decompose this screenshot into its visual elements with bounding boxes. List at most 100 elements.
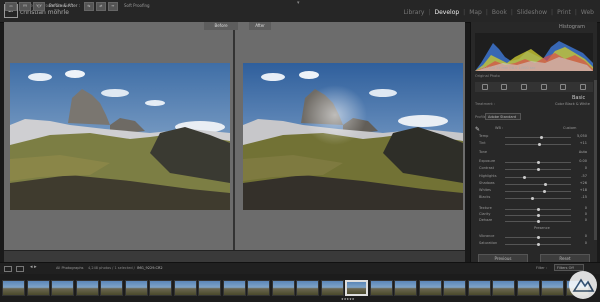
collapse-top-icon[interactable]: ▾ <box>297 0 300 6</box>
thumbnail[interactable] <box>247 280 270 296</box>
swap-icon[interactable]: ↔ <box>108 2 118 11</box>
slider-value[interactable]: -57 <box>575 174 587 178</box>
slider-track[interactable] <box>505 184 571 185</box>
thumbnail[interactable] <box>516 280 540 296</box>
slider-knob[interactable] <box>536 243 540 246</box>
before-after-mode-button[interactable]: YY <box>19 2 31 11</box>
slider-knob[interactable] <box>536 220 540 223</box>
radial-filter-icon[interactable] <box>560 84 567 90</box>
after-photo[interactable] <box>243 63 463 210</box>
spot-removal-icon[interactable] <box>501 84 508 90</box>
slider-label: Tone <box>479 150 488 154</box>
slider-knob[interactable] <box>531 197 535 200</box>
view-divider[interactable] <box>233 30 235 250</box>
slider-value[interactable]: Auto <box>575 150 587 154</box>
thumbnail[interactable] <box>75 280 99 296</box>
thumbnail[interactable] <box>369 280 393 296</box>
slider-knob[interactable] <box>537 143 541 146</box>
slider-value[interactable]: 5,050 <box>575 134 587 138</box>
slider-value[interactable]: 0.00 <box>575 159 587 163</box>
slider-knob[interactable] <box>523 176 527 179</box>
thumbnail[interactable] <box>51 280 74 296</box>
thumbnail[interactable] <box>149 280 172 296</box>
thumbnail[interactable] <box>124 280 148 296</box>
nav-arrows-icon[interactable]: ◂ ▸ <box>30 264 37 270</box>
thumbnail[interactable] <box>492 280 515 296</box>
slider-track[interactable] <box>505 137 571 138</box>
thumbnail[interactable] <box>320 280 344 296</box>
slider-knob[interactable] <box>544 183 548 186</box>
graduated-filter-icon[interactable] <box>540 84 547 90</box>
thumbnail[interactable] <box>222 280 246 296</box>
module-slideshow[interactable]: Slideshow <box>517 9 547 16</box>
red-eye-icon[interactable] <box>521 84 528 90</box>
slider-track[interactable] <box>505 177 571 178</box>
histogram-info: ISO 100 35 mm f/8.0 1/500 sec <box>481 66 536 70</box>
thumbnail[interactable] <box>443 280 466 296</box>
second-window-icon[interactable] <box>16 266 24 272</box>
after-label: After <box>249 22 271 30</box>
wb-dropdown[interactable]: Custom <box>563 126 576 130</box>
slider-value[interactable]: 0 <box>575 234 587 238</box>
slider-value[interactable]: -15 <box>575 195 587 199</box>
source-breadcrumb[interactable]: All Photographs <box>56 266 84 270</box>
thumbnail[interactable] <box>198 280 221 296</box>
copy-after-icon[interactable]: ⇄ <box>96 2 106 11</box>
thumbnail[interactable] <box>467 280 491 296</box>
selected-filename: IMG_9229.CR2 <box>137 266 163 270</box>
thumbnail[interactable] <box>100 280 123 296</box>
slider-value[interactable]: 0 <box>575 212 587 216</box>
slider-knob[interactable] <box>536 168 540 171</box>
slider-knob[interactable] <box>539 136 543 139</box>
brush-icon[interactable] <box>580 84 587 90</box>
slider-track[interactable] <box>505 191 571 192</box>
slider-label: Exposure <box>479 159 496 163</box>
split-view-button[interactable]: Y|Y <box>33 2 45 11</box>
module-book[interactable]: Book <box>492 9 507 16</box>
eyedropper-icon[interactable]: ✎ <box>475 126 480 133</box>
slider-value[interactable]: 0 <box>575 166 587 170</box>
thumbnail[interactable] <box>271 280 295 296</box>
thumbnail[interactable] <box>26 280 50 296</box>
slider-value[interactable]: +18 <box>575 188 587 192</box>
module-map[interactable]: Map <box>469 9 482 16</box>
slider-knob[interactable] <box>543 190 547 193</box>
thumbnail[interactable] <box>541 280 564 296</box>
before-photo[interactable] <box>10 63 230 210</box>
module-library[interactable]: Library <box>403 9 424 16</box>
slider-track[interactable] <box>505 198 571 199</box>
basic-section-title[interactable]: Basic <box>572 95 585 101</box>
slider-knob[interactable] <box>536 161 540 164</box>
slider-value[interactable]: 0 <box>575 206 587 210</box>
panel-scrollbar[interactable] <box>594 80 597 240</box>
slider-value[interactable]: 0 <box>575 218 587 222</box>
slider-value[interactable]: +26 <box>575 181 587 185</box>
slider-knob[interactable] <box>536 214 540 217</box>
slider-value[interactable]: 0 <box>575 241 587 245</box>
soft-proofing-checkbox[interactable]: Soft Proofing <box>124 3 150 8</box>
loupe-view-button[interactable]: ▭ <box>5 2 17 11</box>
thumbnail[interactable] <box>2 280 25 296</box>
thumbnail[interactable] <box>394 280 417 296</box>
thumbnail[interactable] <box>296 280 319 296</box>
module-separator: | <box>485 9 488 16</box>
original-photo-checkbox[interactable]: Original Photo <box>475 74 500 78</box>
slider-label: Clarity <box>479 212 491 216</box>
filter-label: Filter : <box>536 266 547 270</box>
slider-value[interactable]: +11 <box>575 141 587 145</box>
thumbnail[interactable] <box>173 280 197 296</box>
module-separator: | <box>574 9 577 16</box>
module-web[interactable]: Web <box>581 9 594 16</box>
filter-dropdown[interactable]: Filters Off <box>554 264 584 271</box>
profile-dropdown[interactable]: Adobe Standard <box>485 113 521 120</box>
thumbnail[interactable] <box>418 280 442 296</box>
treatment-options[interactable]: Color Black & White <box>555 102 590 106</box>
thumbnail-selected[interactable] <box>345 280 368 296</box>
grid-view-icon[interactable] <box>4 266 12 272</box>
module-print[interactable]: Print <box>557 9 571 16</box>
slider-knob[interactable] <box>536 236 540 239</box>
crop-icon[interactable] <box>481 84 488 90</box>
module-develop[interactable]: Develop <box>434 9 459 16</box>
copy-before-icon[interactable]: ⇆ <box>84 2 94 11</box>
slider-knob[interactable] <box>536 208 540 211</box>
